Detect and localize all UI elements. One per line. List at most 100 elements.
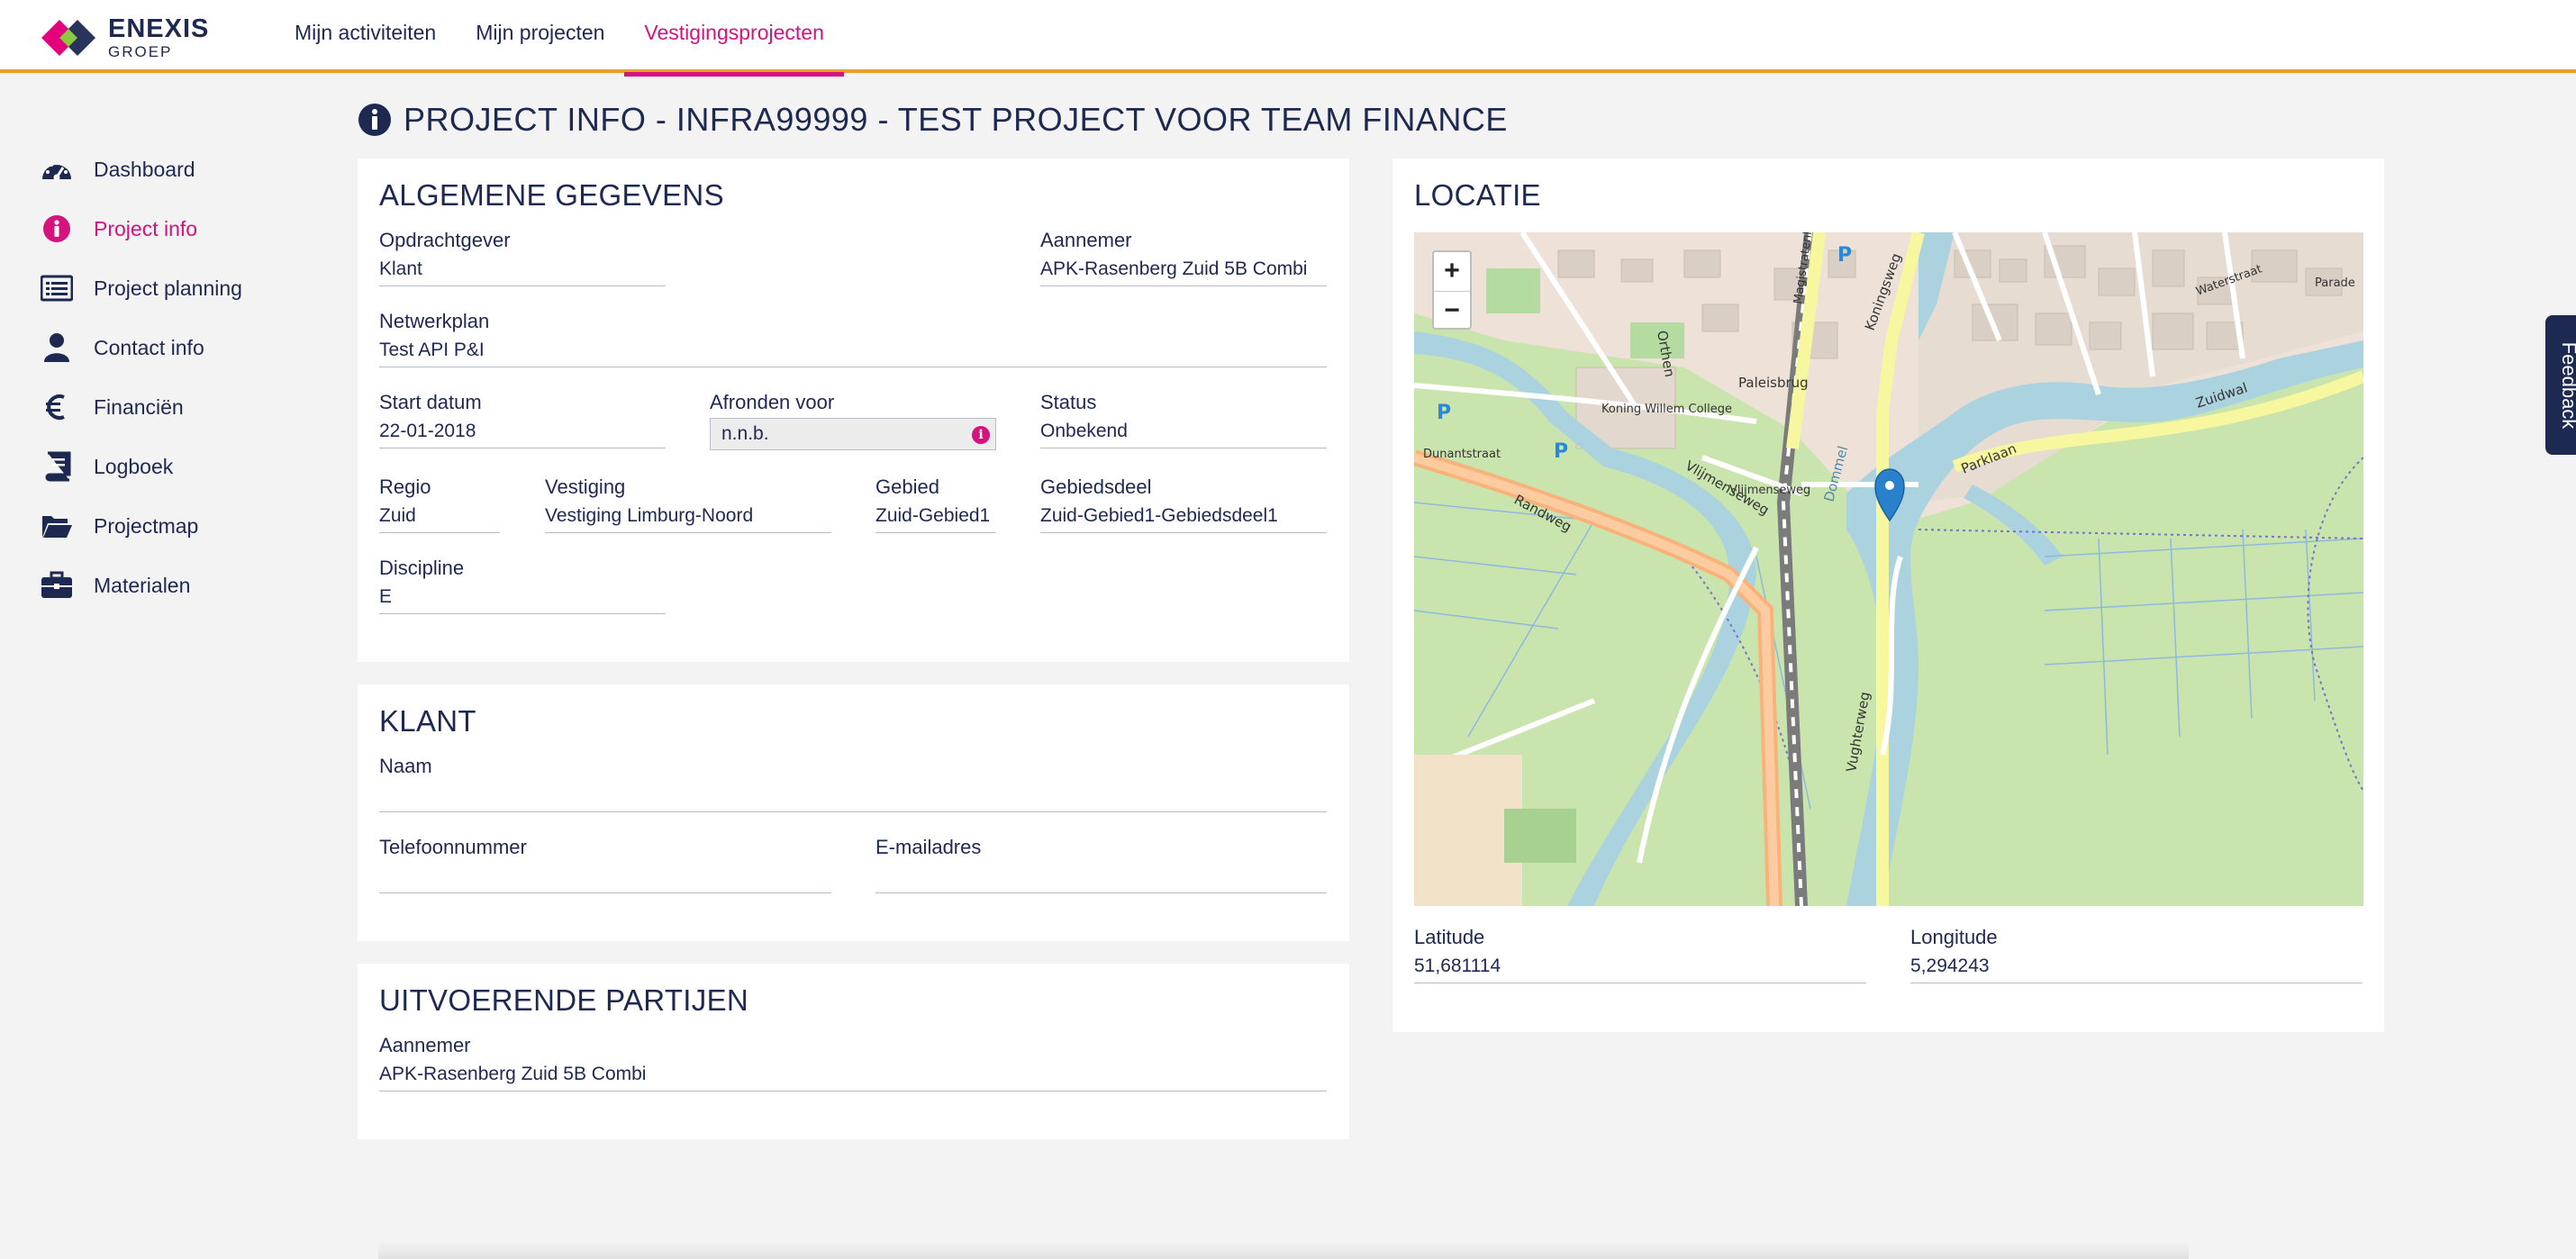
field-label: Vestiging xyxy=(545,476,626,498)
discipline-field: Discipline E xyxy=(379,555,666,614)
field-label: Start datum xyxy=(379,391,482,413)
status-value: Onbekend xyxy=(1040,416,1327,448)
map-zoom-control: + − xyxy=(1432,250,1472,330)
afronden-voor-value: n.n.b. xyxy=(721,423,769,444)
longitude-value: 5,294243 xyxy=(1910,951,2363,983)
sidebar-item-financien[interactable]: Financiën xyxy=(40,377,310,437)
email-value xyxy=(875,861,1327,893)
panel-title: UITVOERENDE PARTIJEN xyxy=(379,983,749,1017)
zoom-out-button[interactable]: − xyxy=(1434,291,1470,330)
gebiedsdeel-field: Gebiedsdeel Zuid-Gebied1-Gebiedsdeel1 xyxy=(1040,474,1327,533)
info-icon[interactable]: i xyxy=(972,426,990,444)
sidebar-item-label: Dashboard xyxy=(94,157,195,181)
field-label: Opdrachtgever xyxy=(379,229,511,251)
discipline-value: E xyxy=(379,582,666,614)
gebiedsdeel-value: Zuid-Gebied1-Gebiedsdeel1 xyxy=(1040,501,1327,533)
afronden-voor-input[interactable]: n.n.b. i xyxy=(710,418,996,450)
sidebar-item-dashboard[interactable]: Dashboard xyxy=(40,140,310,199)
algemene-gegevens-panel: ALGEMENE GEGEVENS Opdrachtgever Klant Aa… xyxy=(358,159,1349,662)
email-field: E-mailadres xyxy=(875,834,1327,893)
zoom-in-button[interactable]: + xyxy=(1434,252,1470,291)
sidebar-item-label: Materialen xyxy=(94,573,191,597)
sidebar-item-project-info[interactable]: Project info xyxy=(40,199,310,258)
map-tiles: Paleisbrug Parklaan Zuidwal Randweg Vlij… xyxy=(1414,232,2363,906)
field-label: Status xyxy=(1040,391,1097,413)
netwerkplan-field: Netwerkplan Test API P&I xyxy=(379,308,1327,367)
logo-name: ENEXIS xyxy=(108,14,210,43)
bottom-shadow xyxy=(378,1241,2189,1259)
book-icon xyxy=(40,451,74,482)
afronden-voor-field: Afronden voor n.n.b. i xyxy=(710,389,996,450)
partijen-aannemer-field: Aannemer APK-Rasenberg Zuid 5B Combi xyxy=(379,1032,1327,1091)
klant-panel: KLANT Naam Telefoonnummer E-mailadres xyxy=(358,684,1349,941)
telefoonnummer-value xyxy=(379,861,831,893)
main-nav: Mijn activiteiten Mijn projecten Vestigi… xyxy=(275,0,845,77)
vestiging-value: Vestiging Limburg-Noord xyxy=(545,501,831,533)
longitude-field: Longitude 5,294243 xyxy=(1910,924,2363,983)
opdrachtgever-field: Opdrachtgever Klant xyxy=(379,227,666,286)
enexis-logo[interactable]: ENEXIS GROEP xyxy=(40,13,209,63)
location-map[interactable]: Paleisbrug Parklaan Zuidwal Randweg Vlij… xyxy=(1414,232,2363,906)
map-label: Parade xyxy=(2315,276,2355,290)
page-title-text: PROJECT INFO - INFRA99999 - TEST PROJECT… xyxy=(404,101,1508,138)
parking-label: P xyxy=(1837,244,1852,267)
latitude-value: 51,681114 xyxy=(1414,951,1866,983)
nav-mijn-activiteiten[interactable]: Mijn activiteiten xyxy=(275,0,456,73)
start-datum-value: 22-01-2018 xyxy=(379,416,666,448)
naam-value xyxy=(379,780,1327,812)
field-label: Netwerkplan xyxy=(379,310,490,332)
euro-icon xyxy=(40,392,74,422)
partijen-aannemer-value: APK-Rasenberg Zuid 5B Combi xyxy=(379,1059,1327,1091)
sidebar-item-materialen[interactable]: Materialen xyxy=(40,556,310,615)
gebied-value: Zuid-Gebied1 xyxy=(875,501,996,533)
telefoonnummer-field: Telefoonnummer xyxy=(379,834,831,893)
regio-field: Regio Zuid xyxy=(379,474,500,533)
netwerkplan-value: Test API P&I xyxy=(379,335,1327,367)
field-label: Aannemer xyxy=(379,1034,471,1056)
user-icon xyxy=(40,332,74,363)
nav-mijn-projecten[interactable]: Mijn projecten xyxy=(456,0,624,73)
sidebar-item-label: Projectmap xyxy=(94,513,199,538)
aannemer-value: APK-Rasenberg Zuid 5B Combi xyxy=(1040,254,1327,286)
panel-title: LOCATIE xyxy=(1414,178,1541,212)
sidebar-item-project-planning[interactable]: Project planning xyxy=(40,258,310,318)
folder-open-icon xyxy=(40,511,74,541)
nav-vestigingsprojecten[interactable]: Vestigingsprojecten xyxy=(624,0,845,77)
sidebar: Dashboard Project info Project planning … xyxy=(40,140,310,615)
page-title: PROJECT INFO - INFRA99999 - TEST PROJECT… xyxy=(357,97,1508,142)
uitvoerende-partijen-panel: UITVOERENDE PARTIJEN Aannemer APK-Rasenb… xyxy=(358,964,1349,1139)
gebied-field: Gebied Zuid-Gebied1 xyxy=(875,474,996,533)
panel-title: ALGEMENE GEGEVENS xyxy=(379,178,724,212)
enexis-logo-icon xyxy=(41,20,95,56)
field-label: Gebied xyxy=(875,476,939,498)
field-label: Afronden voor xyxy=(710,391,835,413)
field-label: Gebiedsdeel xyxy=(1040,476,1152,498)
logo-subtitle: GROEP xyxy=(108,43,173,60)
parking-label: P xyxy=(1554,440,1568,463)
sidebar-item-label: Project info xyxy=(94,216,198,240)
info-icon xyxy=(40,213,74,244)
naam-field: Naam xyxy=(379,753,1327,812)
field-label: Naam xyxy=(379,755,432,777)
vestiging-field: Vestiging Vestiging Limburg-Noord xyxy=(545,474,831,533)
feedback-label: Feedback xyxy=(2558,341,2576,430)
sidebar-item-logboek[interactable]: Logboek xyxy=(40,437,310,496)
field-label: Telefoonnummer xyxy=(379,836,527,858)
start-datum-field: Start datum 22-01-2018 xyxy=(379,389,666,448)
sidebar-item-contact-info[interactable]: Contact info xyxy=(40,318,310,377)
panel-title: KLANT xyxy=(379,704,476,738)
feedback-tab[interactable]: Feedback xyxy=(2545,315,2576,455)
sidebar-item-label: Contact info xyxy=(94,335,204,359)
field-label: Latitude xyxy=(1414,926,1485,948)
field-label: Longitude xyxy=(1910,926,1998,948)
status-field: Status Onbekend xyxy=(1040,389,1327,448)
info-icon xyxy=(358,104,391,136)
field-label: Regio xyxy=(379,476,431,498)
opdrachtgever-value: Klant xyxy=(379,254,666,286)
map-label: Koning Willem College xyxy=(1601,403,1732,416)
parking-label: P xyxy=(1437,402,1451,424)
latitude-field: Latitude 51,681114 xyxy=(1414,924,1866,983)
field-label: E-mailadres xyxy=(875,836,982,858)
list-icon xyxy=(40,273,74,303)
sidebar-item-projectmap[interactable]: Projectmap xyxy=(40,496,310,556)
